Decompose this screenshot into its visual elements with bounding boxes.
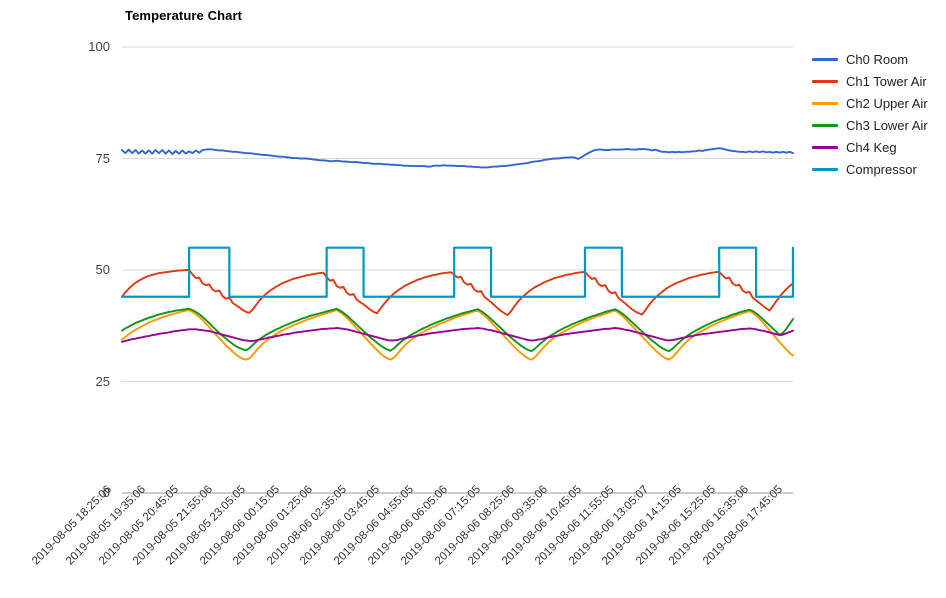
page-title: Temperature Chart xyxy=(125,8,243,23)
legend-color-swatch xyxy=(812,123,838,127)
legend-item-ch2-upper-air[interactable]: Ch2 Upper Air xyxy=(812,92,928,114)
legend-item-ch3-lower-air[interactable]: Ch3 Lower Air xyxy=(812,114,928,136)
temperature-chart: Temperature Chart 0 25 50 75 100 2019-08-05 … xyxy=(0,0,946,598)
series-line-compressor xyxy=(120,246,795,298)
y-axis-tick: 75 xyxy=(95,150,110,166)
legend-color-swatch xyxy=(812,145,838,149)
legend-item-ch4-keg[interactable]: Ch4 Keg xyxy=(812,136,897,158)
series-line-ch1-tower-air xyxy=(121,269,794,316)
legend-label: Ch1 Tower Air xyxy=(846,73,927,89)
legend-label: Ch4 Keg xyxy=(846,139,897,155)
legend-item-ch1-tower-air[interactable]: Ch1 Tower Air xyxy=(812,70,927,92)
y-axis-tick: 25 xyxy=(95,373,110,389)
legend-label: Ch2 Upper Air xyxy=(846,95,928,111)
y-axis-tick: 100 xyxy=(88,39,110,54)
legend-label: Ch3 Lower Air xyxy=(846,117,928,133)
legend-item-ch0-room[interactable]: Ch0 Room xyxy=(812,48,908,70)
series-lines xyxy=(120,147,795,361)
legend-color-swatch xyxy=(812,167,838,171)
chart-plot-area xyxy=(120,46,795,494)
legend-color-swatch xyxy=(812,57,838,61)
legend-item-compressor[interactable]: Compressor xyxy=(812,158,917,180)
series-line-ch0-room xyxy=(121,147,794,169)
series-line-ch4-keg xyxy=(121,327,794,343)
legend-color-swatch xyxy=(812,79,838,83)
legend-color-swatch xyxy=(812,101,838,105)
legend-label: Ch0 Room xyxy=(846,51,909,67)
y-axis-tick: 50 xyxy=(95,262,110,277)
legend-label: Compressor xyxy=(846,161,917,177)
gridlines xyxy=(122,46,793,494)
